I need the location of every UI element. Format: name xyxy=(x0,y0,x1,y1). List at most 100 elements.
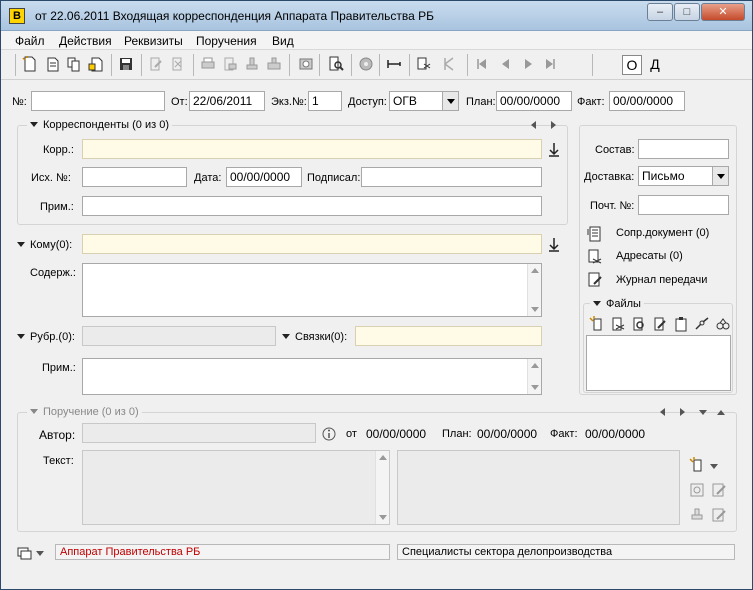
assignment-from-value: 00/00/0000 xyxy=(366,427,427,441)
copy-doc-icon[interactable] xyxy=(65,55,83,73)
control-icon[interactable] xyxy=(441,55,459,73)
scan-icon[interactable] xyxy=(297,55,315,73)
menu-actions[interactable]: Действия xyxy=(59,34,112,48)
pick-corr-icon[interactable] xyxy=(546,141,562,157)
prev-record-icon[interactable] xyxy=(497,55,515,73)
content-label: Содерж.: xyxy=(30,267,76,279)
clipboard-file-icon[interactable] xyxy=(673,316,689,332)
out-num-input[interactable] xyxy=(82,167,187,187)
main-note-textarea[interactable] xyxy=(82,358,542,395)
to-input[interactable] xyxy=(82,234,542,254)
verify-file-icon[interactable] xyxy=(715,316,731,332)
executor-edit-icon[interactable] xyxy=(711,482,727,498)
scan-file-icon[interactable] xyxy=(610,316,626,332)
reg-date-input[interactable]: 22/06/2011 xyxy=(189,91,265,111)
accompanying-doc-link[interactable]: Сопр.документ (0) xyxy=(616,227,709,239)
maximize-button[interactable]: □ xyxy=(674,3,700,21)
edit-icon[interactable] xyxy=(147,55,165,73)
app-window: B от 22.06.2011 Входящая корреспонденция… xyxy=(0,0,753,590)
add-assignment-down-icon[interactable] xyxy=(699,410,707,415)
duplicate-toggle-button[interactable]: Д xyxy=(645,55,665,75)
pick-to-icon[interactable] xyxy=(546,236,562,252)
fact-date-input[interactable]: 00/00/0000 xyxy=(609,91,685,111)
print-icon[interactable] xyxy=(199,55,217,73)
delete-icon[interactable] xyxy=(169,55,187,73)
gear-icon[interactable] xyxy=(357,55,375,73)
menu-assignments[interactable]: Поручения xyxy=(196,34,257,48)
menu-file[interactable]: Файл xyxy=(15,34,45,48)
rubric-input[interactable] xyxy=(82,326,276,346)
assignment-text-area[interactable] xyxy=(82,450,390,525)
executor-stamp-icon[interactable] xyxy=(689,507,705,523)
reg-number-input[interactable] xyxy=(31,91,165,111)
assignment-up-icon[interactable] xyxy=(717,410,725,415)
save-icon[interactable] xyxy=(117,55,135,73)
files-header[interactable]: Файлы xyxy=(590,298,644,310)
reg-number-label: №: xyxy=(12,96,27,108)
links-label[interactable]: Связки(0): xyxy=(282,331,347,343)
corr-note-input[interactable] xyxy=(82,196,542,216)
content-scrollbar[interactable] xyxy=(527,264,541,316)
windows-icon[interactable] xyxy=(17,545,33,561)
edit-file-icon[interactable] xyxy=(652,316,668,332)
assignment-title: Поручение (0 из 0) xyxy=(43,406,139,418)
files-list[interactable] xyxy=(586,335,731,391)
print-preview-icon[interactable] xyxy=(221,55,239,73)
original-toggle-button[interactable]: О xyxy=(622,55,642,75)
register-icon[interactable] xyxy=(385,55,403,73)
rubric-label-text: Рубр.(0): xyxy=(30,331,75,343)
minimize-button[interactable]: – xyxy=(647,3,673,21)
executor-sign-icon[interactable] xyxy=(711,507,727,523)
view-file-icon[interactable] xyxy=(631,316,647,332)
chevron-down-icon[interactable] xyxy=(36,551,44,556)
signed-input[interactable] xyxy=(361,167,542,187)
corr-input[interactable] xyxy=(82,139,542,159)
first-record-icon[interactable] xyxy=(473,55,491,73)
add-executor-icon[interactable] xyxy=(689,457,705,473)
chevron-down-icon[interactable] xyxy=(712,167,728,185)
out-date-input[interactable]: 00/00/0000 xyxy=(226,167,302,187)
post-num-input[interactable] xyxy=(638,195,729,215)
rubric-label[interactable]: Рубр.(0): xyxy=(17,331,75,343)
new-from-template-icon[interactable] xyxy=(87,55,105,73)
access-select[interactable]: ОГВ xyxy=(389,91,459,111)
copy-number-input[interactable]: 1 xyxy=(308,91,342,111)
search-doc-icon[interactable] xyxy=(327,55,345,73)
sign-file-icon[interactable] xyxy=(694,316,710,332)
new-doc-icon[interactable] xyxy=(21,55,39,73)
assignment-text-label: Текст: xyxy=(43,455,74,467)
assignment-header[interactable]: Поручение (0 из 0) xyxy=(27,406,142,418)
chevron-down-icon[interactable] xyxy=(442,92,458,110)
assignment-text-scrollbar[interactable] xyxy=(375,451,389,524)
author-label: Автор: xyxy=(39,428,76,442)
new-doc-multi-icon[interactable] xyxy=(43,55,61,73)
info-icon[interactable] xyxy=(321,426,337,442)
links-input[interactable] xyxy=(355,326,542,346)
plan-date-input[interactable]: 00/00/0000 xyxy=(496,91,572,111)
author-input[interactable] xyxy=(82,423,316,443)
executor-info-icon[interactable] xyxy=(689,482,705,498)
prev-assignment-icon[interactable] xyxy=(660,408,665,416)
menu-view[interactable]: Вид xyxy=(272,34,294,48)
send-icon[interactable] xyxy=(415,55,433,73)
next-assignment-icon[interactable] xyxy=(680,408,685,416)
prev-correspondent-icon[interactable] xyxy=(531,121,536,129)
chevron-down-icon[interactable] xyxy=(710,464,718,469)
executors-list[interactable] xyxy=(397,450,680,525)
addressees-link[interactable]: Адресаты (0) xyxy=(616,250,683,262)
menu-requisites[interactable]: Реквизиты xyxy=(124,34,183,48)
main-note-scrollbar[interactable] xyxy=(527,359,541,394)
next-correspondent-icon[interactable] xyxy=(551,121,556,129)
transfer-log-link[interactable]: Журнал передачи xyxy=(616,274,707,286)
delivery-select[interactable]: Письмо xyxy=(638,166,729,186)
composition-input[interactable] xyxy=(638,139,729,159)
to-label[interactable]: Кому(0): xyxy=(17,239,72,251)
stamp-icon[interactable] xyxy=(243,55,261,73)
add-file-icon[interactable] xyxy=(589,316,605,332)
last-record-icon[interactable] xyxy=(541,55,559,73)
next-record-icon[interactable] xyxy=(519,55,537,73)
stamp-print-icon[interactable] xyxy=(265,55,283,73)
content-textarea[interactable] xyxy=(82,263,542,317)
correspondents-header[interactable]: Корреспонденты (0 из 0) xyxy=(27,119,173,131)
close-button[interactable]: ✕ xyxy=(701,3,745,21)
